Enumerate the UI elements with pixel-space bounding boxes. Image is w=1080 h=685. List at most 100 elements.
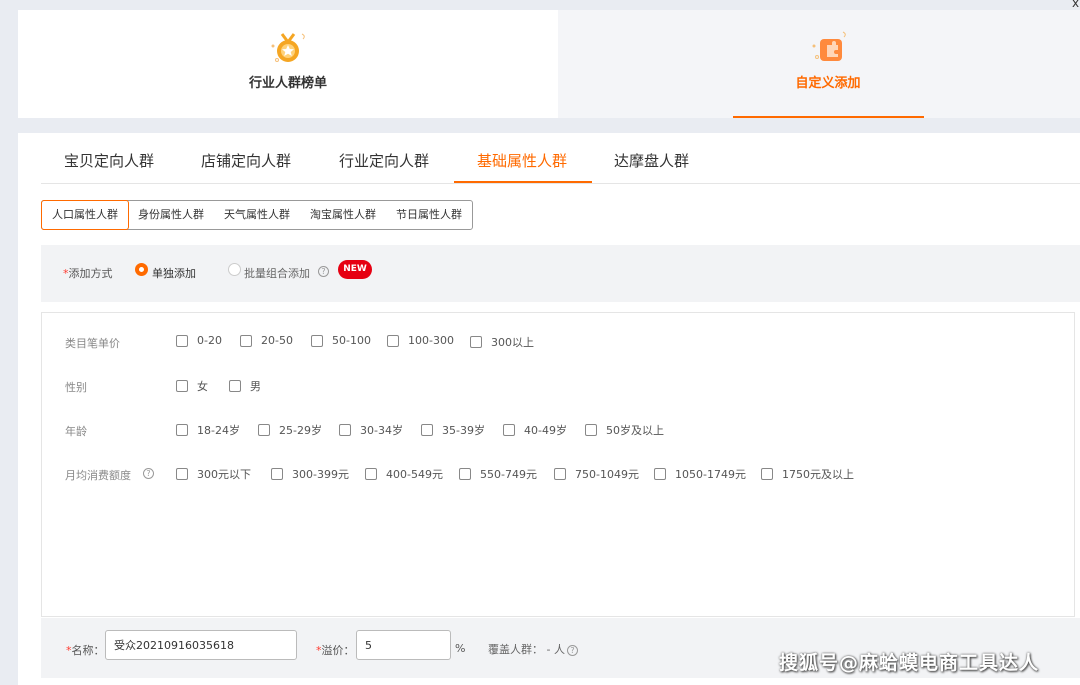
close-mark[interactable]: x: [1072, 0, 1079, 10]
spend-option[interactable]: 400-549元: [365, 466, 443, 482]
help-icon[interactable]: ?: [566, 645, 578, 656]
subtab-identity[interactable]: 身份属性人群: [128, 201, 214, 229]
add-mode-label: *添加方式: [63, 265, 113, 281]
price-option[interactable]: 50-100: [311, 334, 371, 347]
help-icon[interactable]: ?: [318, 266, 329, 277]
checkbox[interactable]: [311, 334, 323, 347]
subtab-weather[interactable]: 天气属性人群: [214, 201, 300, 229]
filter-box: 类目笔单价 0-20 20-50 50-100 100-300 300以上 性别…: [41, 312, 1075, 617]
gender-option[interactable]: 女: [176, 378, 208, 394]
tab-custom-add[interactable]: 自定义添加: [558, 10, 1080, 118]
add-type-switcher: 行业人群榜单 自定义添加: [18, 10, 1080, 118]
price-option[interactable]: 300以上: [470, 334, 534, 350]
puzzle-icon: [812, 31, 846, 61]
checkbox[interactable]: [421, 424, 433, 436]
tab-industry-rank[interactable]: 行业人群榜单: [18, 10, 558, 118]
checkbox[interactable]: [176, 468, 188, 480]
age-option[interactable]: 50岁及以上: [585, 422, 664, 438]
main-panel: 宝贝定向人群 店铺定向人群 行业定向人群 基础属性人群 达摩盘人群 人口属性人群…: [18, 133, 1080, 685]
add-mode-row: *添加方式 单独添加 批量组合添加 ? NEW: [41, 245, 1080, 302]
attr-subtabs: 人口属性人群 身份属性人群 天气属性人群 淘宝属性人群 节日属性人群: [41, 200, 473, 230]
spend-label: 月均消费额度: [65, 469, 131, 482]
spend-option[interactable]: 300元以下: [176, 466, 251, 482]
premium-unit: %: [455, 642, 466, 655]
price-label: 类目笔单价: [65, 337, 120, 350]
checkbox[interactable]: [240, 334, 252, 347]
option-label: 550-749元: [480, 468, 537, 481]
checkbox[interactable]: [387, 334, 399, 347]
crowd-type-tabs: 宝贝定向人群 店铺定向人群 行业定向人群 基础属性人群 达摩盘人群: [41, 133, 1080, 184]
new-badge: NEW: [338, 260, 372, 279]
gender-option[interactable]: 男: [229, 378, 261, 394]
option-label: 35-39岁: [442, 424, 485, 437]
option-label: 50岁及以上: [606, 424, 664, 437]
checkbox[interactable]: [654, 468, 666, 480]
coverage-label: 覆盖人群：: [488, 643, 543, 656]
premium-label-text: 溢价：: [321, 644, 355, 657]
name-input[interactable]: [105, 630, 297, 660]
option-label: 400-549元: [386, 468, 443, 481]
spend-option[interactable]: 550-749元: [459, 466, 537, 482]
name-label-text: 名称：: [71, 644, 105, 657]
subtab-population[interactable]: 人口属性人群: [41, 200, 129, 230]
watermark: 搜狐号@麻蛤蟆电商工具达人: [779, 652, 1040, 674]
spend-option[interactable]: 300-399元: [271, 466, 349, 482]
name-label: *名称：: [66, 642, 105, 658]
spend-option[interactable]: 1750元及以上: [761, 466, 854, 482]
subtab-festival[interactable]: 节日属性人群: [386, 201, 472, 229]
age-option[interactable]: 25-29岁: [258, 422, 322, 438]
checkbox[interactable]: [761, 468, 773, 480]
spend-option[interactable]: 750-1049元: [554, 466, 639, 482]
checkbox[interactable]: [176, 380, 188, 392]
age-label: 年龄: [65, 425, 87, 438]
option-label: 50-100: [332, 334, 371, 347]
price-option[interactable]: 100-300: [387, 334, 454, 347]
help-icon[interactable]: ?: [143, 468, 154, 479]
age-option[interactable]: 35-39岁: [421, 422, 485, 438]
price-option[interactable]: 20-50: [240, 334, 293, 347]
option-label: 30-34岁: [360, 424, 403, 437]
age-option[interactable]: 18-24岁: [176, 422, 240, 438]
option-label: 男: [250, 380, 261, 393]
checkbox[interactable]: [459, 468, 471, 480]
option-label: 300-399元: [292, 468, 349, 481]
tab-shop-crowd[interactable]: 店铺定向人群: [201, 150, 291, 171]
medal-icon: [271, 33, 305, 62]
premium-input[interactable]: [356, 630, 451, 660]
subtab-taobao[interactable]: 淘宝属性人群: [300, 201, 386, 229]
option-label: 18-24岁: [197, 424, 240, 437]
tab-item-crowd[interactable]: 宝贝定向人群: [64, 150, 154, 171]
age-option[interactable]: 30-34岁: [339, 422, 403, 438]
custom-add-underline: [733, 116, 924, 118]
price-option[interactable]: 0-20: [176, 334, 222, 347]
option-label: 750-1049元: [575, 468, 639, 481]
single-add-label[interactable]: 单独添加: [152, 265, 196, 281]
radio-single-add[interactable]: [135, 263, 148, 276]
add-mode-label-text: 添加方式: [68, 267, 113, 280]
tab-dmp-crowd[interactable]: 达摩盘人群: [614, 150, 689, 171]
checkbox[interactable]: [176, 334, 188, 347]
industry-rank-label: 行业人群榜单: [248, 76, 327, 91]
premium-label: *溢价：: [316, 642, 355, 658]
option-label: 1050-1749元: [675, 468, 746, 481]
option-label: 25-29岁: [279, 424, 322, 437]
tab-basic-attr-crowd[interactable]: 基础属性人群: [477, 150, 567, 171]
checkbox[interactable]: [585, 424, 597, 436]
option-label: 300以上: [491, 336, 534, 349]
checkbox[interactable]: [258, 424, 270, 436]
checkbox[interactable]: [229, 380, 241, 392]
checkbox[interactable]: [339, 424, 351, 436]
option-label: 20-50: [261, 334, 293, 347]
checkbox[interactable]: [554, 468, 566, 480]
checkbox[interactable]: [365, 468, 377, 480]
checkbox[interactable]: [470, 336, 482, 348]
checkbox[interactable]: [176, 424, 188, 436]
age-option[interactable]: 40-49岁: [503, 422, 567, 438]
tab-industry-crowd[interactable]: 行业定向人群: [339, 150, 429, 171]
checkbox[interactable]: [271, 468, 283, 480]
spend-option[interactable]: 1050-1749元: [654, 466, 746, 482]
checkbox[interactable]: [503, 424, 515, 436]
batch-add-label[interactable]: 批量组合添加: [244, 265, 310, 281]
custom-add-label: 自定义添加: [795, 76, 861, 91]
radio-batch-add[interactable]: [228, 263, 241, 276]
